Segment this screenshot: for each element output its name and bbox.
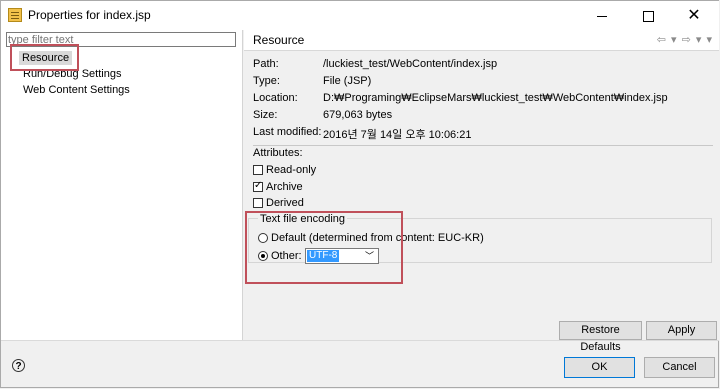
panel-title: Resource [253,33,305,47]
derived-label: Derived [266,197,304,209]
help-icon[interactable]: ? [12,359,25,372]
archive-check-icon[interactable] [253,180,263,192]
path-label: Path: [253,58,279,70]
ok-button[interactable]: OK [564,357,635,378]
panel-header: Resource ⇦ ▾ ⇨ ▾ ▾ [244,30,719,51]
maximize-icon [642,10,654,22]
category-tree-panel: Resource Run/Debug Settings Web Content … [1,30,243,340]
title-bar: Properties for index.jsp ✕ [1,1,719,30]
size-label: Size: [253,109,278,121]
derived-check-icon[interactable] [253,198,263,208]
close-icon: ✕ [687,7,701,24]
archive-checkbox[interactable]: Archive [253,180,303,193]
divider [253,145,713,146]
location-label: Location: [253,92,298,104]
resource-panel: Resource ⇦ ▾ ⇨ ▾ ▾ Path: /luckiest_test/… [244,30,719,353]
restore-defaults-button[interactable]: Restore Defaults [559,321,642,353]
tree-item-web-content[interactable]: Web Content Settings [23,84,130,96]
derived-checkbox[interactable]: Derived [253,197,304,209]
nav-arrows-icon[interactable]: ⇦ ▾ ⇨ ▾ ▾ [657,33,713,46]
minimize-icon [597,15,607,17]
type-value: File (JSP) [323,75,372,87]
apply-button[interactable]: Apply [646,321,717,340]
read-only-checkbox[interactable]: Read-only [253,164,316,176]
properties-dialog: Properties for index.jsp ✕ Resource Run/… [0,0,719,388]
last-modified-label: Last modified: [253,126,322,138]
cancel-button[interactable]: Cancel [644,357,715,378]
last-modified-value: 2016년 7월 14일 오후 10:06:21 [323,129,472,141]
minimize-button[interactable] [579,1,625,30]
location-value: D:₩Programing₩EclipseMars₩luckiest_test₩… [323,92,668,104]
window-title: Properties for index.jsp [28,8,151,22]
size-value: 679,063 bytes [323,109,393,121]
app-icon [8,8,22,22]
close-button[interactable]: ✕ [671,1,717,30]
type-label: Type: [253,75,280,87]
path-value: /luckiest_test/WebContent/index.jsp [323,58,498,70]
annotation-box-resource [10,44,79,71]
attributes-label: Attributes: [253,147,303,159]
archive-label: Archive [266,181,303,193]
annotation-box-encoding [245,211,403,284]
maximize-button[interactable] [625,1,671,30]
read-only-check-icon[interactable] [253,165,263,175]
read-only-label: Read-only [266,164,317,176]
footer-divider [1,340,719,341]
